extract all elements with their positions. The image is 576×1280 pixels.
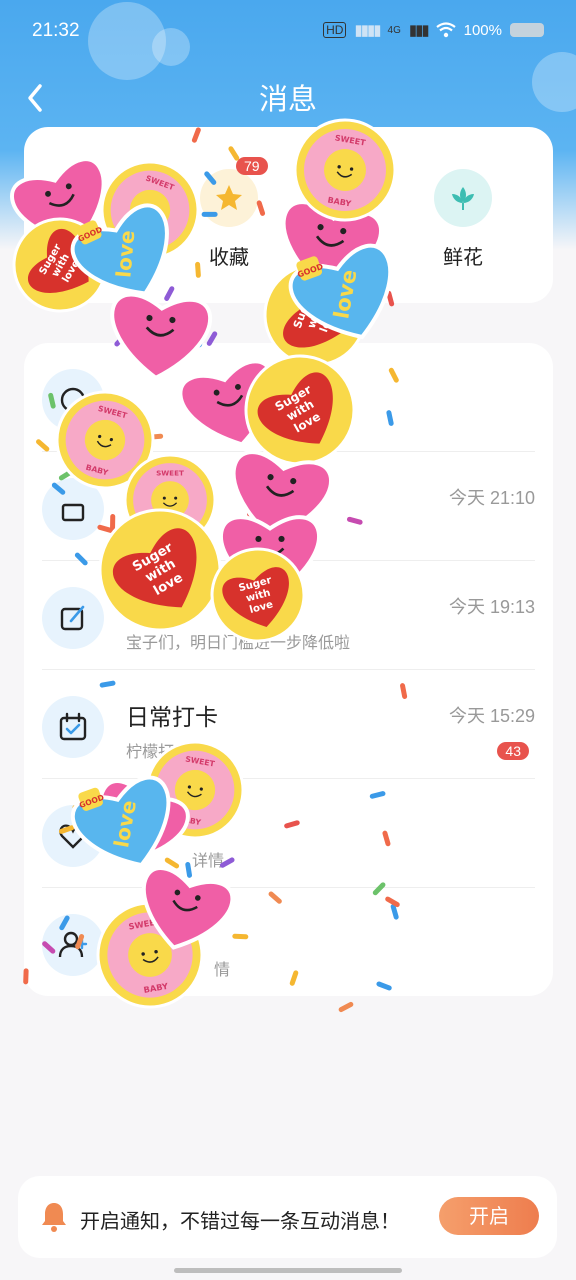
page-title: 消息 (258, 82, 317, 116)
heart-icon (59, 824, 87, 849)
message-subtitle: 情 (214, 960, 231, 979)
gift-icon (61, 503, 85, 522)
wifi-icon (435, 22, 456, 38)
bell-icon-circle (42, 369, 104, 431)
battery-percent: 100% (463, 21, 502, 39)
svg-text:with: with (305, 300, 326, 330)
network-label: 4G (387, 24, 401, 36)
edit-icon (60, 605, 85, 631)
row-icon-circle (42, 587, 104, 649)
favorites-icon-circle: 79 (200, 157, 268, 227)
category-flowers[interactable]: 鲜花 (423, 169, 503, 270)
signal-icon: ▮▮▮ (408, 22, 430, 39)
favorites-label: 收藏 (209, 245, 249, 269)
message-time: 今天 15:29 (448, 706, 535, 726)
battery-icon (510, 23, 544, 37)
notification-text: 开启通知，不错过每一条互动消息！ (80, 1209, 400, 1233)
message-row-likes[interactable]: 详情 (24, 779, 553, 888)
status-icons: HD ▮▮▮▮ 4G ▮▮▮ 100% (323, 21, 544, 39)
signal-icon: ▮▮▮▮ (354, 22, 381, 39)
message-list: 今天 21:10 宝子们，明日门槛进一步降低啦 今天 19:13 日常打卡 柠檬… (24, 343, 553, 996)
hd-indicator: HD (323, 22, 347, 38)
category-card: 79 收藏 鲜花 (24, 127, 553, 303)
row-icon-circle (42, 805, 104, 867)
flowers-icon-circle (434, 169, 492, 227)
nav-bar: 消息 (0, 70, 576, 126)
category-favorites[interactable]: 79 收藏 (189, 157, 269, 270)
row-icon-circle (42, 696, 104, 758)
message-subtitle: 详情 (192, 851, 225, 870)
status-bar: 21:32 HD ▮▮▮▮ 4G ▮▮▮ 100% (0, 0, 576, 64)
sprinkle (146, 328, 159, 343)
favorites-badge: 79 (236, 157, 268, 175)
message-row-2[interactable]: 宝子们，明日门槛进一步降低啦 今天 19:13 (24, 561, 553, 670)
flower-icon (452, 187, 474, 210)
enable-notifications-button[interactable]: 开启 (439, 1197, 539, 1235)
bell-icon (42, 1203, 66, 1232)
row-icon-circle (42, 914, 104, 976)
message-row-activity[interactable] (24, 343, 553, 452)
message-row-checkin[interactable]: 日常打卡 柠檬打卡6天 今天 15:29 43 (24, 670, 553, 779)
notification-prompt: 开启通知，不错过每一条互动消息！ 开启 (18, 1176, 557, 1258)
message-subtitle: 宝子们，明日门槛进一步降低啦 (126, 633, 351, 652)
message-time: 今天 21:10 (448, 488, 535, 508)
message-row-1[interactable]: 今天 21:10 (24, 452, 553, 561)
sprinkle (338, 1001, 354, 1013)
row-icon-circle (42, 478, 104, 540)
message-row-followers[interactable]: 情 (24, 888, 553, 996)
unread-badge: 43 (497, 742, 529, 760)
message-title: 日常打卡 (126, 705, 218, 731)
message-time: 今天 19:13 (448, 597, 535, 617)
home-indicator (174, 1268, 402, 1273)
flowers-label: 鲜花 (443, 245, 483, 269)
message-subtitle: 柠檬打卡6天 (126, 742, 217, 761)
status-time: 21:32 (32, 20, 80, 41)
star-icon (216, 185, 242, 210)
user-add-icon (58, 931, 88, 958)
calendar-check-icon (59, 712, 87, 741)
svg-text:love: love (317, 305, 338, 334)
notice-icon (60, 387, 86, 413)
